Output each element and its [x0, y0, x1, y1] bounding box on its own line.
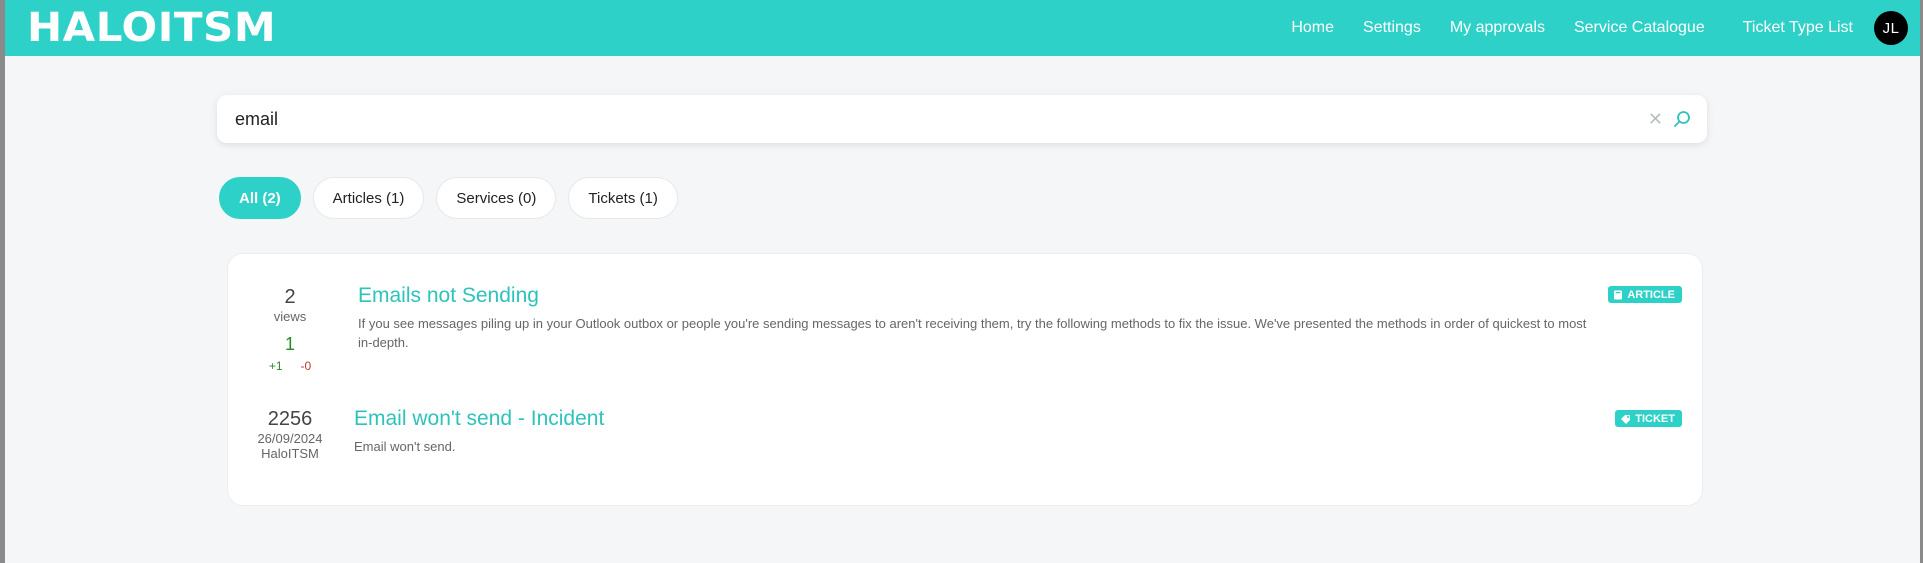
ticket-source: HaloITSM	[261, 446, 319, 461]
result-description: If you see messages piling up in your Ou…	[358, 316, 1587, 350]
badge-label: TICKET	[1635, 412, 1675, 425]
nav-service-catalogue[interactable]: Service Catalogue	[1574, 19, 1705, 37]
tab-tickets[interactable]: Tickets (1)	[568, 177, 678, 219]
result-meta: 2 views 1 +1 -0	[235, 286, 345, 373]
ticket-date: 26/09/2024	[257, 431, 323, 446]
result-title[interactable]: Emails not Sending	[358, 284, 539, 308]
ticket-badge: TICKET	[1615, 410, 1682, 427]
ticket-icon	[1620, 414, 1635, 424]
result-description: Email won't send.	[354, 439, 456, 454]
result-meta: 2256 26/09/2024 HaloITSM	[235, 408, 345, 461]
close-icon[interactable]: ✕	[1648, 110, 1663, 128]
search-input[interactable]	[233, 107, 1648, 131]
tab-services[interactable]: Services (0)	[436, 177, 557, 219]
filter-tabs: All (2) Articles (1) Services (0) Ticket…	[219, 177, 690, 219]
downvote-count[interactable]: -0	[301, 359, 312, 373]
badge-label: ARTICLE	[1627, 288, 1675, 301]
nav-my-approvals[interactable]: My approvals	[1450, 19, 1545, 37]
views-label: views	[273, 309, 307, 324]
nav-ticket-type-list[interactable]: Ticket Type List	[1743, 19, 1853, 37]
search-icon[interactable]	[1673, 110, 1691, 128]
avatar[interactable]: JL	[1874, 11, 1908, 45]
nav-home[interactable]: Home	[1291, 19, 1334, 37]
ticket-number: 2256	[267, 408, 313, 430]
logo[interactable]: HALOITSM	[27, 5, 276, 51]
results-list: 2 views 1 +1 -0 Emails not Sending If you see …	[227, 253, 1703, 506]
view-count: 2	[284, 286, 296, 308]
top-bar: HALOITSM Home Settings My approvals Serv…	[5, 0, 1920, 56]
upvote-count[interactable]: +1	[269, 359, 283, 373]
tab-all[interactable]: All (2)	[219, 177, 301, 219]
tab-articles[interactable]: Articles (1)	[312, 177, 425, 219]
rating-score: 1	[284, 334, 295, 354]
search-bar: ✕	[217, 95, 1707, 143]
result-title[interactable]: Email won't send - Incident	[354, 407, 604, 431]
vote-counts: +1 -0	[235, 359, 345, 373]
main-nav: Home Settings My approvals Service Catal…	[1262, 11, 1908, 45]
nav-settings[interactable]: Settings	[1363, 19, 1421, 37]
book-icon	[1613, 290, 1627, 300]
article-badge: ARTICLE	[1608, 286, 1682, 303]
